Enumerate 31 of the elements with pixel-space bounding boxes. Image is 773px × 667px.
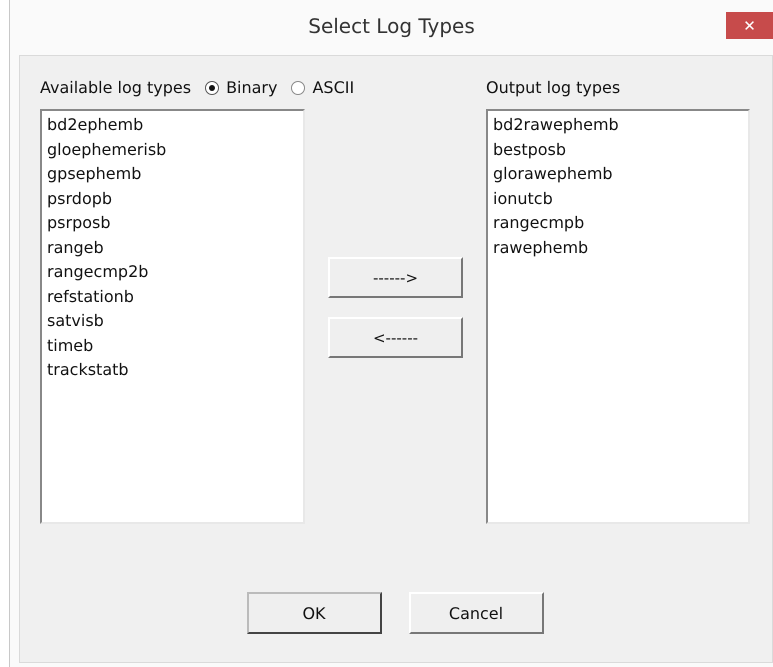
list-item[interactable]: refstationb [47, 284, 298, 309]
list-item[interactable]: rangecmpb [493, 211, 743, 236]
window-title: Select Log Types [308, 14, 475, 40]
list-item[interactable]: psrposb [47, 211, 298, 236]
list-item[interactable]: timeb [47, 334, 298, 358]
available-list[interactable]: bd2ephemb gloephemerisb gpsephemb psrdopb psrposb rangeb rangecmp2b refstationb satvisb timeb trackstatb [40, 109, 305, 524]
radio-label[interactable]: Binary [226, 78, 278, 97]
list-item[interactable]: rawephemb [493, 236, 743, 260]
list-item[interactable]: psrdopb [47, 186, 298, 211]
radio-button[interactable] [291, 80, 306, 94]
output-list[interactable]: bd2rawephemb bestposb glorawephemb ionutcb rangecmpb rawephemb [486, 109, 750, 524]
list-item[interactable]: gpsephemb [47, 162, 298, 186]
list-item[interactable]: ionutcb [493, 186, 743, 211]
list-item[interactable]: bd2ephemb [47, 113, 298, 138]
list-item[interactable]: rangeb [47, 236, 298, 260]
dialog-button[interactable]: OK [246, 592, 382, 634]
dialog-button[interactable]: Cancel [408, 592, 544, 634]
list-item[interactable]: bd2rawephemb [493, 113, 743, 138]
list-item[interactable]: gloephemerisb [47, 138, 298, 162]
list-item[interactable]: rangecmp2b [47, 260, 298, 284]
move-button[interactable]: <------ [328, 317, 463, 358]
output-label: Output log types [486, 78, 622, 97]
move-button[interactable]: ------> [328, 257, 463, 298]
list-item[interactable]: bestposb [493, 138, 743, 162]
radio-button[interactable] [205, 80, 220, 94]
close-button[interactable]: ✕ [726, 12, 773, 39]
list-item[interactable]: glorawephemb [493, 162, 743, 186]
available-label: Available log types [40, 78, 192, 97]
list-item[interactable]: satvisb [47, 309, 298, 334]
radio-label[interactable]: ASCII [312, 78, 354, 97]
list-item[interactable]: trackstatb [47, 358, 298, 382]
